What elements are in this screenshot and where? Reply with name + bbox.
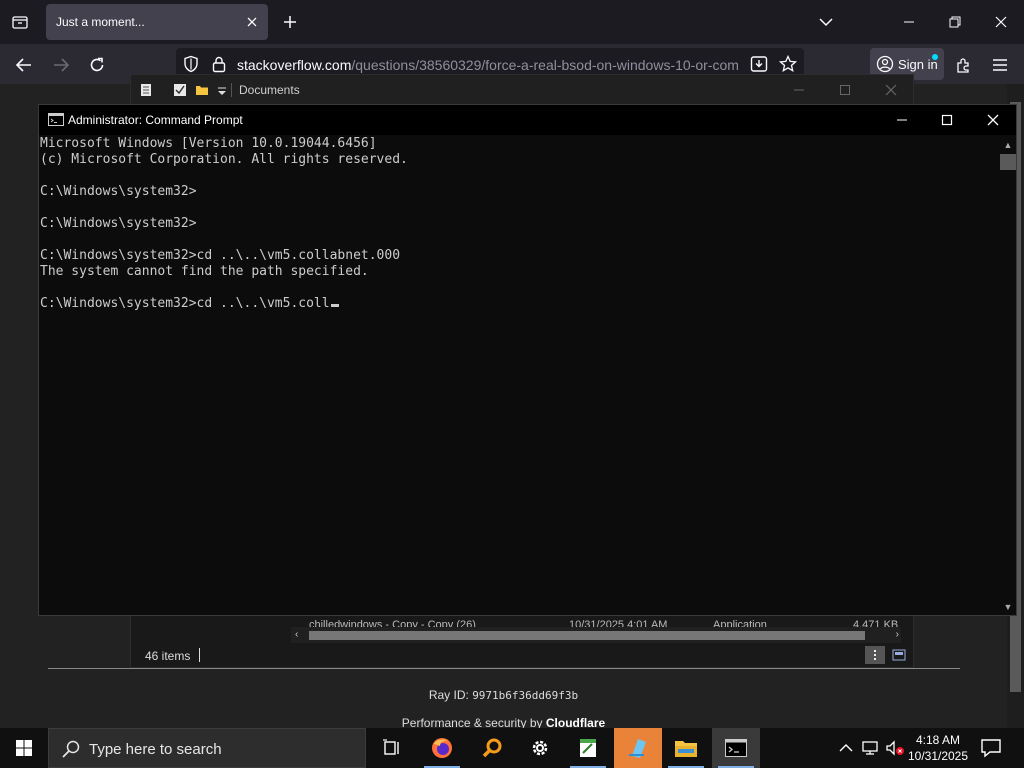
sign-in-label: Sign in (898, 57, 938, 72)
ray-id-value: 9971b6f36dd69f3b (472, 689, 579, 702)
text-cursor (330, 304, 339, 307)
explorer-horizontal-scrollbar[interactable]: ‹ › (291, 627, 901, 643)
volume-muted-icon[interactable] (884, 728, 906, 768)
command-prompt-window[interactable]: Administrator: Command Prompt Microsoft … (38, 104, 1017, 616)
ray-id-label: Ray ID: (428, 688, 469, 702)
scroll-left-arrow-icon[interactable]: ‹ (295, 629, 298, 640)
command-prompt-icon (48, 113, 64, 126)
explorer-title: Documents (239, 83, 300, 97)
search-icon (62, 740, 80, 758)
notification-dot (932, 54, 938, 60)
scroll-right-arrow-icon[interactable]: › (896, 629, 899, 640)
url-domain: stackoverflow.com (237, 57, 352, 73)
file-explorer-icon[interactable] (662, 728, 710, 768)
back-arrow-icon[interactable] (13, 54, 35, 76)
title-separator (231, 83, 232, 97)
url-text: stackoverflow.com/questions/38560329/for… (237, 57, 743, 73)
minimize-icon[interactable] (899, 12, 919, 32)
command-prompt-taskbar-icon[interactable] (712, 728, 760, 768)
close-window-icon[interactable] (883, 82, 899, 98)
forward-arrow-icon[interactable] (50, 54, 72, 76)
cmd-scrollbar-thumb[interactable] (1000, 154, 1016, 170)
console-line: C:\Windows\system32> (40, 216, 197, 231)
maximize-icon[interactable] (837, 82, 853, 98)
hamburger-menu-icon[interactable] (989, 54, 1011, 76)
ray-id-line: Ray ID: 9971b6f36dd69f3b (0, 688, 1007, 702)
network-icon[interactable] (860, 728, 882, 768)
maximize-icon[interactable] (939, 112, 955, 128)
explorer-title-bar: Documents (131, 75, 913, 105)
windows-start-icon[interactable] (0, 728, 48, 768)
console-line: C:\Windows\system32>cd ..\..\vm5.collabn… (40, 248, 401, 263)
customize-dropdown-icon[interactable] (215, 83, 229, 97)
item-count: 46 items (145, 649, 191, 663)
firefox-icon[interactable] (418, 728, 466, 768)
show-hidden-icons-icon[interactable] (836, 728, 856, 768)
divider (48, 668, 960, 669)
folder-icon[interactable] (195, 83, 209, 97)
properties-icon[interactable] (139, 83, 153, 97)
tab-active[interactable]: Just a moment... (46, 4, 268, 40)
close-window-icon[interactable] (985, 112, 1001, 128)
search-app-icon[interactable] (468, 728, 516, 768)
console-line: Microsoft Windows [Version 10.0.19044.64… (40, 136, 377, 151)
checkbox-icon[interactable] (173, 83, 187, 97)
task-view-icon[interactable] (368, 728, 416, 768)
console-output[interactable]: Microsoft Windows [Version 10.0.19044.64… (39, 136, 999, 614)
details-view-icon[interactable] (865, 646, 885, 664)
cmd-scrollbar[interactable]: ▲ ▼ (1000, 136, 1016, 614)
taskbar-search-box[interactable]: Type here to search (48, 728, 366, 768)
restore-icon[interactable] (945, 12, 965, 32)
plus-icon[interactable] (280, 12, 300, 32)
search-placeholder: Type here to search (89, 741, 222, 758)
taskbar: Type here to search 4:18 AM 10/31/2025 (0, 728, 1024, 768)
minimize-icon[interactable] (791, 82, 807, 98)
scroll-down-arrow-icon[interactable]: ▼ (1000, 600, 1016, 614)
large-icons-view-icon[interactable] (889, 646, 909, 664)
console-line: C:\Windows\system32> (40, 184, 197, 199)
close-window-icon[interactable] (991, 12, 1011, 32)
app-icon[interactable] (614, 728, 662, 768)
minimize-icon[interactable] (894, 112, 910, 128)
close-icon[interactable] (244, 14, 260, 30)
notepad-icon[interactable] (564, 728, 612, 768)
cmd-title-bar[interactable]: Administrator: Command Prompt (39, 105, 1016, 135)
tab-title: Just a moment... (56, 15, 145, 29)
console-input-text: C:\Windows\system32>cd ..\..\vm5.coll (40, 296, 330, 311)
tracking-protection-shield-icon[interactable] (182, 55, 200, 73)
lock-icon[interactable] (210, 55, 228, 73)
system-clock[interactable]: 4:18 AM 10/31/2025 (906, 732, 970, 766)
star-icon[interactable] (778, 54, 798, 73)
explorer-status-bar: 46 items (131, 643, 913, 667)
scroll-up-arrow-icon[interactable]: ▲ (1000, 138, 1016, 152)
console-line: The system cannot find the path specifie… (40, 264, 369, 279)
settings-gear-icon[interactable] (516, 728, 564, 768)
download-icon[interactable] (750, 55, 768, 73)
notification-center-icon[interactable] (980, 738, 1002, 758)
extensions-icon[interactable] (953, 54, 975, 76)
explorer-scrollbar-thumb[interactable] (309, 631, 865, 640)
reload-icon[interactable] (86, 54, 108, 76)
status-separator (199, 648, 200, 662)
console-input-line[interactable]: C:\Windows\system32>cd ..\..\vm5.coll (40, 296, 339, 312)
chevron-down-icon[interactable] (816, 12, 836, 32)
console-line: (c) Microsoft Corporation. All rights re… (40, 152, 408, 167)
cmd-title: Administrator: Command Prompt (68, 113, 243, 127)
tab-strip: Just a moment... (0, 0, 1024, 44)
account-icon (876, 55, 894, 73)
tab-list-icon[interactable] (10, 12, 30, 32)
clock-time: 4:18 AM (915, 733, 961, 747)
url-path: /questions/38560329/force-a-real-bsod-on… (351, 57, 739, 73)
clock-date: 10/31/2025 (907, 749, 969, 763)
